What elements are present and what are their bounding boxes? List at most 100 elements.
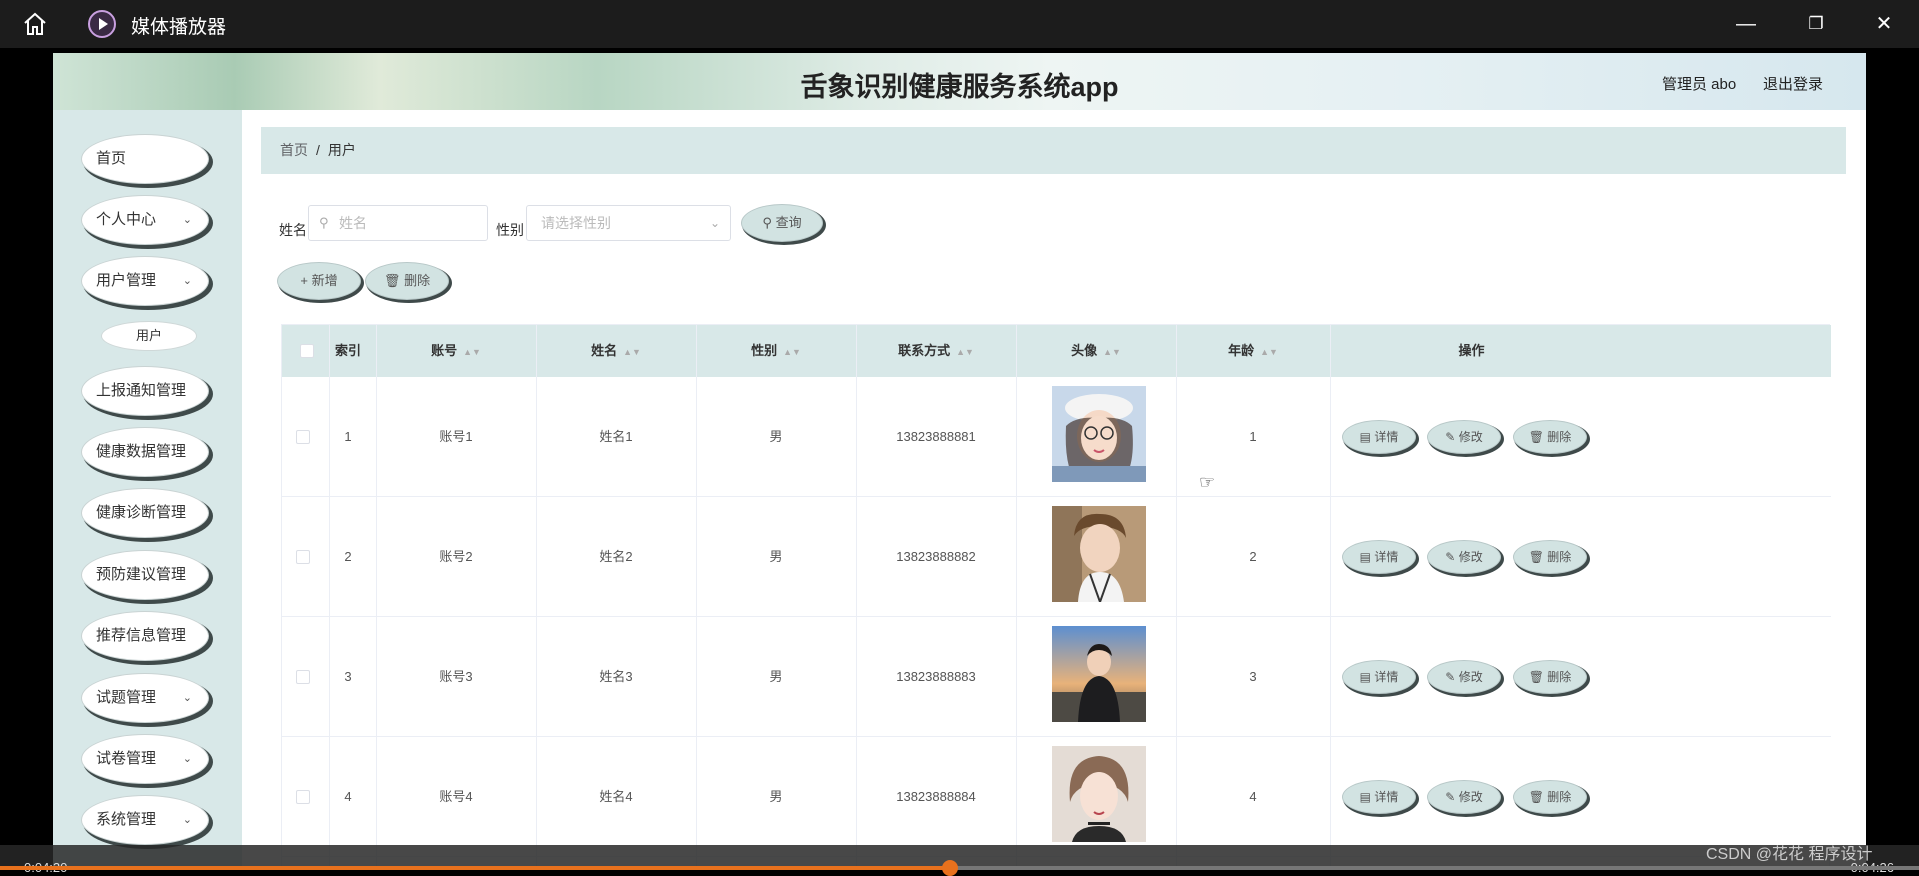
cell-age: 3 [1249,669,1257,684]
restore-icon[interactable]: ❐ [1801,10,1831,38]
sidebar-item-health-data[interactable]: 健康数据管理 [81,427,209,477]
breadcrumb-current: 用户 [327,142,356,158]
table-header: 索引 账号 ▲▼ 姓名 ▲▼ 性别 ▲▼ 联系方式 ▲▼ 头像 ▲▼ 年龄 ▲▼ 操作 [282,325,1831,377]
edit-button-label: 修改 [1458,430,1483,444]
detail-button[interactable]: ▤ 详情 [1342,660,1416,694]
column-header-label: 姓名 [591,343,618,358]
sidebar-item-questions[interactable]: 试题管理 ⌄ [81,673,209,723]
row-checkbox[interactable] [296,790,310,804]
row-delete-button[interactable]: 🗑 删除 [1513,540,1587,574]
cell-index: 4 [344,789,352,804]
row-checkbox[interactable] [296,550,310,564]
column-divider [536,325,537,870]
close-icon[interactable]: ✕ [1869,10,1899,38]
sort-icon[interactable]: ▲▼ [623,347,641,357]
avatar-image [1052,506,1146,602]
column-header-label: 联系方式 [898,343,951,358]
sidebar-item-label: 试卷管理 [96,750,157,767]
column-header-label: 头像 [1071,343,1098,358]
sidebar-item-prevention-advice[interactable]: 预防建议管理 [81,550,209,600]
column-header-gender[interactable]: 性别 ▲▼ [696,325,856,377]
row-delete-button[interactable]: 🗑 删除 [1513,420,1587,454]
search-icon: ⚲ [762,215,772,230]
sidebar-item-user-management[interactable]: 用户管理 ⌄ [81,256,209,306]
sidebar-item-label: 用户管理 [96,272,157,289]
gender-label: 性别 [496,222,524,238]
select-all-checkbox[interactable] [300,344,314,358]
cell-account: 账号1 [439,429,473,444]
column-header-index: 索引 [334,343,361,358]
sidebar-item-papers[interactable]: 试卷管理 ⌄ [81,734,209,784]
row-delete-button[interactable]: 🗑 删除 [1513,780,1587,814]
row-delete-button[interactable]: 🗑 删除 [1513,660,1587,694]
table-row: 1 账号1 姓名1 男 13823888881 1 ▤ 详情 ✎ 修改 🗑 删除 [282,377,1831,497]
chevron-down-icon: ⌄ [182,692,192,704]
row-checkbox[interactable] [296,670,310,684]
column-header-account[interactable]: 账号 ▲▼ [376,325,536,377]
column-header-age[interactable]: 年龄 ▲▼ [1176,325,1330,377]
sidebar-subitem-user[interactable]: 用户 [101,321,197,351]
edit-button[interactable]: ✎ 修改 [1427,660,1501,694]
column-header-name[interactable]: 姓名 ▲▼ [536,325,696,377]
sidebar-item-health-diagnosis[interactable]: 健康诊断管理 [81,488,209,538]
name-label: 姓名 [279,222,307,238]
trash-icon: 🗑 [1528,430,1544,444]
user-table: 索引 账号 ▲▼ 姓名 ▲▼ 性别 ▲▼ 联系方式 ▲▼ 头像 ▲▼ 年龄 ▲▼ 操作 1 … [281,324,1831,870]
sidebar-item-label: 试题管理 [96,689,157,706]
chevron-down-icon: ⌄ [182,814,192,826]
breadcrumb-home[interactable]: 首页 [280,142,308,158]
name-search-input[interactable]: ⚲ 姓名 [308,205,488,241]
web-page: 舌象识别健康服务系统app 管理员 abo 退出登录 首页 个人中心 ⌄ 用户管理… [53,53,1866,870]
edit-button[interactable]: ✎ 修改 [1427,420,1501,454]
sidebar-item-report-notice[interactable]: 上报通知管理 [81,366,209,416]
sort-icon[interactable]: ▲▼ [956,347,974,357]
row-checkbox[interactable] [296,430,310,444]
minimize-icon[interactable]: — [1731,10,1761,38]
cell-name: 姓名3 [599,669,633,684]
avatar-image [1052,626,1146,722]
sort-icon[interactable]: ▲▼ [463,347,481,357]
column-divider [696,325,697,870]
chevron-down-icon: ⌄ [182,753,192,765]
gender-select[interactable]: 请选择性别 ⌄ [526,205,731,241]
cell-name: 姓名1 [599,429,633,444]
sidebar: 首页 个人中心 ⌄ 用户管理 ⌄ 用户 上报通知管理 健康数据管理 健康诊断管理 预… [53,110,242,870]
seek-handle[interactable] [941,860,958,876]
gender-placeholder: 请选择性别 [541,215,611,231]
column-divider [1016,325,1017,870]
sidebar-item-label: 上报通知管理 [96,382,187,399]
chevron-down-icon: ⌄ [709,216,720,230]
edit-button[interactable]: ✎ 修改 [1427,540,1501,574]
sidebar-item-system[interactable]: 系统管理 ⌄ [81,795,209,845]
sidebar-item-home[interactable]: 首页 [81,134,209,184]
pencil-icon: ✎ [1445,550,1456,564]
delete-button[interactable]: 🗑 删除 [365,262,449,300]
admin-label: 管理员 abo [1662,76,1737,93]
column-header-label: 账号 [431,343,458,358]
cell-phone: 13823888882 [896,549,976,564]
sort-icon[interactable]: ▲▼ [783,347,801,357]
search-icon: ⚲ [319,215,329,230]
cell-phone: 13823888883 [896,669,976,684]
sidebar-item-personal-center[interactable]: 个人中心 ⌄ [81,195,209,245]
detail-button-label: 详情 [1374,790,1399,804]
sort-icon[interactable]: ▲▼ [1103,347,1121,357]
sort-icon[interactable]: ▲▼ [1260,347,1278,357]
column-header-actions: 操作 [1458,343,1485,358]
column-header-phone[interactable]: 联系方式 ▲▼ [856,325,1016,377]
query-button[interactable]: ⚲ 查询 [741,204,823,242]
logout-link[interactable]: 退出登录 [1763,73,1823,94]
edit-button[interactable]: ✎ 修改 [1427,780,1501,814]
delete-button-label: 删除 [404,273,431,288]
column-header-avatar[interactable]: 头像 ▲▼ [1016,325,1176,377]
column-divider [329,325,330,870]
detail-button[interactable]: ▤ 详情 [1342,780,1416,814]
add-button[interactable]: + 新增 [277,262,361,300]
home-icon[interactable] [22,12,48,36]
detail-button[interactable]: ▤ 详情 [1342,420,1416,454]
sidebar-item-recommendation[interactable]: 推荐信息管理 [81,611,209,661]
column-divider [856,325,857,870]
breadcrumb: 首页 / 用户 [261,127,1846,174]
document-icon: ▤ [1359,550,1371,564]
detail-button[interactable]: ▤ 详情 [1342,540,1416,574]
